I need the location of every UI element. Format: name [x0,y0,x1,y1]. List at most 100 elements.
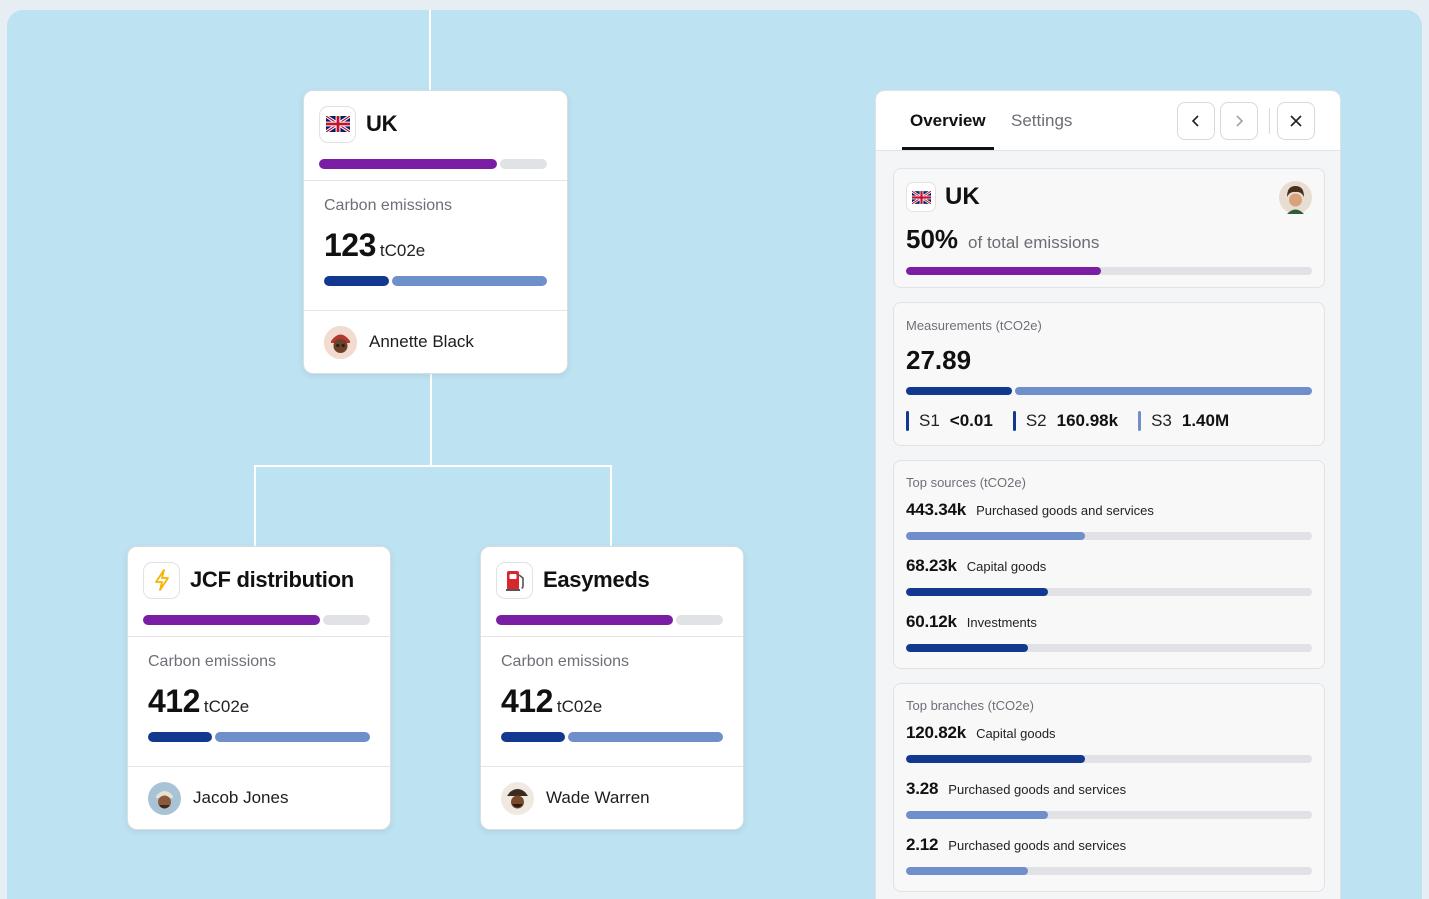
top-branches-card: Top branches (tCO2e) 120.82k Capital good… [893,683,1325,892]
source-bar [906,644,1312,652]
connector-line [254,465,612,467]
source-bar-fill [906,532,1085,540]
active-tab-indicator [902,147,994,150]
share-bar-fill [496,615,674,625]
scope-item: S1 <0.01 [906,411,993,431]
emissions-bar [148,732,370,742]
emissions-bar-fill [148,732,213,742]
node-card-uk[interactable]: UK Carbon emissions 123 tC02e Annette Bla… [303,90,568,374]
scope-value: 160.98k [1056,411,1119,430]
share-bar-fill [319,159,497,169]
scope-marker [1012,411,1016,431]
close-icon [1290,115,1302,127]
emissions-label: Carbon emissions [148,653,277,670]
source-item[interactable]: 60.12k Investments [906,612,1312,652]
branch-value: 3.28 [906,779,939,798]
connector-line [254,465,256,547]
source-item[interactable]: 68.23k Capital goods [906,556,1312,596]
connector-line [429,10,431,92]
uk-flag-icon [906,182,936,212]
next-button[interactable] [1220,102,1258,140]
owner-name: Jacob Jones [193,788,289,807]
panel-tab-bar: Overview Settings [876,91,1340,151]
branch-bar-fill [906,811,1049,819]
node-title: UK [366,111,398,136]
share-bar [319,159,547,169]
previous-button[interactable] [1177,102,1215,140]
emissions-bar [501,732,723,742]
emissions-value: 123 [324,227,376,263]
summary-percent: 50% [906,224,959,254]
emissions-label: Carbon emissions [501,653,630,670]
branch-label: Purchased goods and services [948,782,1127,797]
branch-label: Purchased goods and services [948,838,1127,853]
share-bar [496,615,723,625]
source-bar [906,588,1312,596]
source-label: Capital goods [966,559,1047,574]
chevron-right-icon [1236,115,1244,127]
branch-item[interactable]: 3.28 Purchased goods and services [906,779,1312,819]
avatar-wade-icon [501,781,534,815]
scope-value: 1.40M [1181,411,1230,430]
connector-line [430,373,432,466]
branch-item[interactable]: 2.12 Purchased goods and services [906,835,1312,875]
avatar-annette-icon [324,325,357,359]
branch-bar-fill [906,755,1085,763]
avatar-jacob-icon [148,781,181,815]
branch-value: 2.12 [906,835,939,854]
branch-label: Capital goods [976,726,1056,741]
scope-label: S3 [1151,411,1172,430]
branch-bar-fill [906,867,1028,875]
branch-bar [906,867,1312,875]
source-value: 60.12k [906,612,957,631]
tab-settings[interactable]: Settings [1011,111,1072,131]
source-bar-fill [906,644,1028,652]
node-card-jcf-distribution[interactable]: JCF distribution Carbon emissions 412 tC0… [127,546,391,830]
share-bar-fill [143,615,321,625]
source-item[interactable]: 443.34k Purchased goods and services [906,500,1312,540]
branch-bar [906,755,1312,763]
scope-item: S3 1.40M [1138,411,1229,431]
fuel-pump-icon [496,561,533,599]
close-button[interactable] [1277,102,1315,140]
measurements-title: Measurements (tCO2e) [906,318,1042,333]
scope-item: S2 160.98k [1012,411,1119,431]
emissions-value: 412 [148,683,200,719]
summary-card: UK 50% of total emissions [893,168,1325,288]
scope-label: S2 [1025,411,1047,430]
summary-percent-label: of total emissions [968,233,1100,252]
emissions-unit: tC02e [203,697,250,716]
top-sources-title: Top sources (tCO2e) [906,475,1026,490]
source-value: 443.34k [906,500,967,519]
emissions-label: Carbon emissions [324,197,453,214]
source-bar [906,532,1312,540]
emissions-bar-fill [324,276,389,286]
tab-overview[interactable]: Overview [910,111,986,131]
top-sources-card: Top sources (tCO2e) 443.34k Purchased goo… [893,460,1325,669]
scope-value: <0.01 [949,411,993,430]
emissions-value: 412 [501,683,553,719]
top-branches-title: Top branches (tCO2e) [906,698,1034,713]
summary-title: UK [945,183,980,210]
chevron-left-icon [1191,115,1199,127]
owner-name: Wade Warren [546,788,650,807]
org-tree-canvas: UK Carbon emissions 123 tC02e Annette Bla… [7,10,1422,899]
avatar-owner-icon [1279,180,1312,214]
source-bar-fill [906,588,1049,596]
toolbar-divider [1269,108,1270,134]
measurements-value: 27.89 [906,345,972,375]
lightning-icon [143,561,180,599]
owner-name: Annette Black [369,332,474,351]
node-card-easymeds[interactable]: Easymeds Carbon emissions 412 tC02e Wade … [480,546,744,830]
scope-list: S1 <0.01 S2 160.98k S3 1.40M [906,411,1312,431]
measurements-bar [906,387,1312,395]
node-title: JCF distribution [190,567,354,592]
share-bar [143,615,370,625]
scope-marker [906,411,909,431]
measurements-bar-fill [906,387,1012,395]
emissions-unit: tC02e [379,241,426,260]
connector-line [610,465,612,547]
source-label: Purchased goods and services [976,503,1154,518]
detail-panel: Overview Settings UK 50% of total emissi… [875,90,1341,899]
branch-item[interactable]: 120.82k Capital goods [906,723,1312,763]
